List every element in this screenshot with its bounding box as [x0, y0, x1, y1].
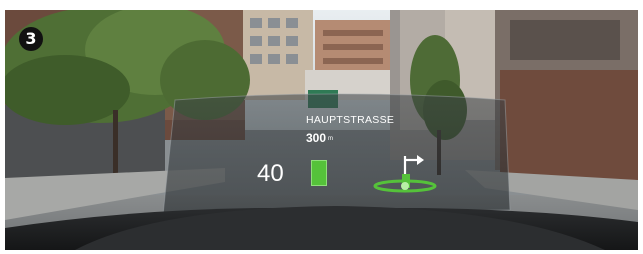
step-number-badge: 3 — [19, 27, 43, 51]
hud-distance-unit: m — [328, 135, 334, 142]
center-buildings — [243, 10, 405, 100]
hud-speed-indicator — [311, 160, 327, 186]
hud-glass — [162, 93, 511, 216]
hud-distance: 300 m — [306, 131, 333, 145]
photo-frame: 3 — [5, 10, 638, 250]
hud-distance-value: 300 — [306, 131, 327, 145]
street-scene — [5, 10, 638, 250]
hud-street-name: HAUPTSTRASSE — [306, 114, 395, 126]
hud-speed: 40 — [257, 160, 284, 187]
